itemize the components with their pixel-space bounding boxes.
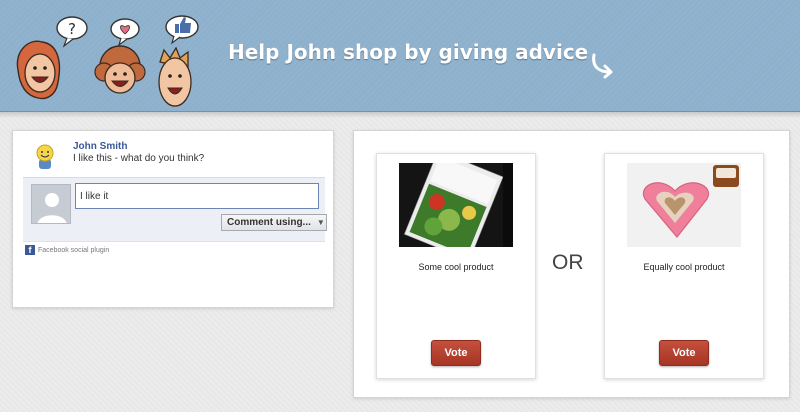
vote-button-2[interactable]: Vote (659, 340, 709, 366)
page-title: Help John shop by giving advice (228, 40, 589, 64)
smiley-avatar-icon (36, 144, 54, 169)
mascot-guy-right (158, 46, 192, 107)
vote-panel: Some cool product Vote OR Equally cool p… (353, 130, 790, 398)
product-image-1 (399, 163, 513, 247)
or-label: OR (552, 251, 584, 274)
product-card-2: Equally cool product Vote (604, 153, 764, 379)
comment-box: Comment using... ▼ (23, 177, 327, 241)
product-name-2: Equally cool product (643, 262, 725, 272)
question-bubble-icon: ? (56, 16, 88, 48)
product-name-1: Some cool product (418, 262, 494, 272)
header-shadow (0, 112, 800, 118)
mascot-illustration: ? (16, 15, 199, 107)
comment-using-label: Comment using... (227, 217, 311, 228)
divider (23, 241, 325, 242)
svg-text:?: ? (68, 20, 76, 38)
chevron-down-icon: ▼ (316, 218, 325, 227)
plugin-label: Facebook social plugin (38, 246, 110, 254)
header-banner: ? Help John shop by giving advice (0, 0, 800, 112)
mascot-girl-left (16, 40, 61, 100)
post-author-link[interactable]: John Smith (73, 141, 127, 152)
product-card-1: Some cool product Vote (376, 153, 536, 379)
default-profile-icon (37, 193, 67, 223)
comment-input[interactable] (75, 183, 319, 209)
user-avatar (31, 184, 71, 224)
product-image-2 (627, 163, 741, 247)
thumbs-up-bubble-icon (165, 15, 199, 45)
curved-arrow-icon (592, 53, 613, 79)
post-text: I like this - what do you think? (73, 153, 205, 164)
facebook-plugin-link[interactable]: f Facebook social plugin (25, 245, 109, 255)
heart-bubble-icon (110, 18, 140, 47)
facebook-comments-panel: John Smith I like this - what do you thi… (12, 130, 334, 308)
comment-using-button[interactable]: Comment using... ▼ (221, 214, 327, 231)
facebook-logo-icon: f (25, 245, 35, 255)
vote-button-1[interactable]: Vote (431, 340, 481, 366)
mascot-curly-middle (94, 45, 146, 94)
